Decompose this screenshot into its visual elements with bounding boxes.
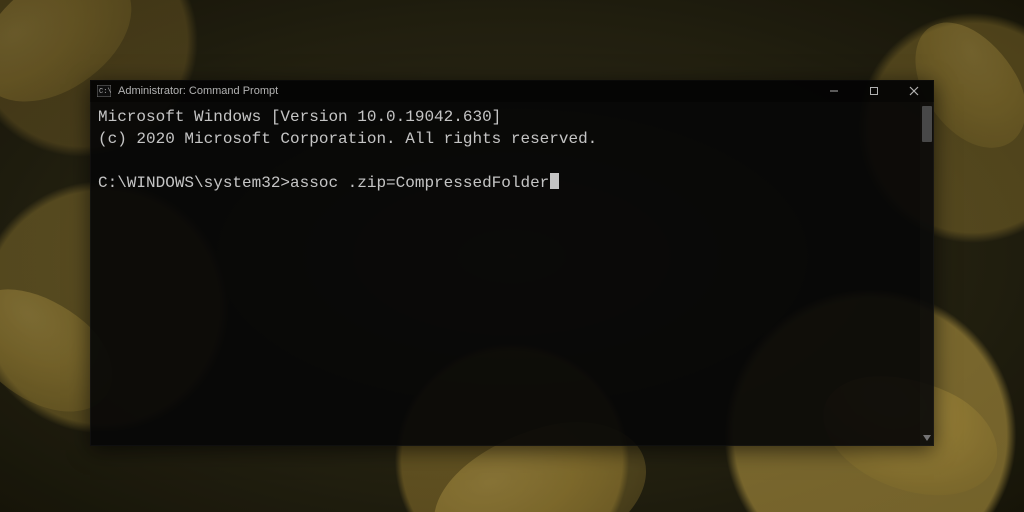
close-icon bbox=[909, 86, 919, 96]
cmd-icon: C:\ bbox=[96, 83, 112, 99]
minimize-button[interactable] bbox=[814, 80, 854, 102]
scrollbar[interactable] bbox=[920, 102, 934, 446]
svg-text:C:\: C:\ bbox=[99, 88, 111, 96]
text-cursor bbox=[550, 173, 559, 189]
minimize-icon bbox=[829, 86, 839, 96]
maximize-button[interactable] bbox=[854, 80, 894, 102]
scrollbar-thumb[interactable] bbox=[922, 106, 932, 142]
window-controls bbox=[814, 80, 934, 102]
scroll-down-icon[interactable] bbox=[922, 433, 932, 443]
titlebar[interactable]: C:\ Administrator: Command Prompt bbox=[90, 80, 934, 102]
terminal-line: Microsoft Windows [Version 10.0.19042.63… bbox=[98, 108, 501, 126]
desktop-wallpaper: C:\ Administrator: Command Prompt bbox=[0, 0, 1024, 512]
terminal-body[interactable]: Microsoft Windows [Version 10.0.19042.63… bbox=[90, 102, 934, 446]
terminal-line: (c) 2020 Microsoft Corporation. All righ… bbox=[98, 130, 597, 148]
terminal-line: C:\WINDOWS\system32>assoc .zip=Compresse… bbox=[98, 174, 549, 192]
maximize-icon bbox=[869, 86, 879, 96]
command-prompt-window: C:\ Administrator: Command Prompt bbox=[90, 80, 934, 446]
window-title: Administrator: Command Prompt bbox=[118, 85, 814, 97]
close-button[interactable] bbox=[894, 80, 934, 102]
